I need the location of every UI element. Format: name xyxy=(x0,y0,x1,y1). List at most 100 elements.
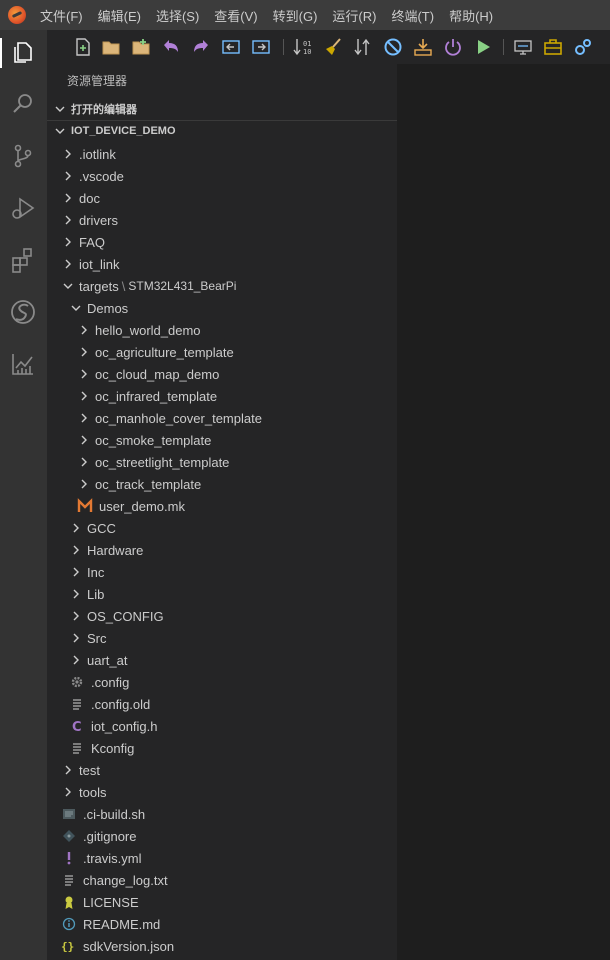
tree-item-label: .ci-build.sh xyxy=(83,806,146,822)
tree-file[interactable]: .travis.yml xyxy=(47,847,397,869)
license-file-icon xyxy=(65,896,73,909)
tree-file[interactable]: Ciot_config.h xyxy=(47,715,397,737)
chevron-down-icon xyxy=(71,305,81,311)
tree-item-label: iot_config.h xyxy=(91,718,158,734)
menu-edit[interactable]: 编辑(E) xyxy=(98,6,141,25)
forward-icon[interactable] xyxy=(251,37,271,57)
tree-folder[interactable]: oc_smoke_template xyxy=(47,429,397,451)
stop-icon[interactable] xyxy=(383,37,403,57)
undo-icon[interactable] xyxy=(161,37,181,57)
tree-folder[interactable]: Src xyxy=(47,627,397,649)
shell-file-icon xyxy=(63,809,75,819)
tree-folder[interactable]: drivers xyxy=(47,209,397,231)
extensions-icon[interactable] xyxy=(9,246,37,274)
redo-icon[interactable] xyxy=(191,37,211,57)
tree-folder[interactable]: oc_track_template xyxy=(47,473,397,495)
rebuild-icon[interactable] xyxy=(353,37,373,57)
search-icon[interactable] xyxy=(9,90,37,118)
tree-folder[interactable]: oc_agriculture_template xyxy=(47,341,397,363)
run-icon[interactable] xyxy=(473,37,493,57)
tree-file[interactable]: user_demo.mk xyxy=(47,495,397,517)
tree-folder[interactable]: doc xyxy=(47,187,397,209)
tree-item-label: Lib xyxy=(87,586,105,602)
open-editors-label: 打开的编辑器 xyxy=(71,104,137,116)
menu-go[interactable]: 转到(G) xyxy=(273,6,318,25)
tree-folder[interactable]: oc_streetlight_template xyxy=(47,451,397,473)
tree-file[interactable]: .ci-build.sh xyxy=(47,803,397,825)
compile-icon[interactable]: 01 10 xyxy=(293,37,313,57)
serial-icon[interactable] xyxy=(513,37,533,57)
tree-folder[interactable]: test xyxy=(47,759,397,781)
tree-folder[interactable]: oc_manhole_cover_template xyxy=(47,407,397,429)
source-control-icon[interactable] xyxy=(9,142,37,170)
tree-folder[interactable]: Demos xyxy=(47,297,397,319)
chevron-right-icon xyxy=(81,391,87,401)
chevron-right-icon xyxy=(73,545,79,555)
run-debug-icon[interactable] xyxy=(9,194,37,222)
tree-folder[interactable]: Hardware xyxy=(47,539,397,561)
project-header[interactable]: IOT_DEVICE_DEMO xyxy=(47,120,397,142)
tree-folder[interactable]: .vscode xyxy=(47,165,397,187)
tree-folder[interactable]: Inc xyxy=(47,561,397,583)
tree-item-label: drivers xyxy=(79,212,119,228)
tree-item-label: sdkVersion.json xyxy=(83,938,175,954)
tree-folder[interactable]: iot_link xyxy=(47,253,397,275)
settings-icon[interactable] xyxy=(573,37,593,57)
tree-file[interactable]: README.md xyxy=(47,913,397,935)
new-project-icon[interactable] xyxy=(131,37,151,57)
tree-file[interactable]: LICENSE xyxy=(47,891,397,913)
tree-folder[interactable]: FAQ xyxy=(47,231,397,253)
tree-folder[interactable]: oc_infrared_template xyxy=(47,385,397,407)
explorer-icon[interactable] xyxy=(9,38,37,66)
project-label: IOT_DEVICE_DEMO xyxy=(71,125,176,137)
menu-view[interactable]: 查看(V) xyxy=(214,6,257,25)
tree-folder[interactable]: uart_at xyxy=(47,649,397,671)
chart-icon[interactable] xyxy=(9,350,37,378)
tree-item-label: LICENSE xyxy=(83,894,139,910)
tree-file[interactable]: Kconfig xyxy=(47,737,397,759)
tree-file[interactable]: .config xyxy=(47,671,397,693)
chevron-right-icon xyxy=(73,567,79,577)
text-file-icon xyxy=(65,875,73,886)
menu-help[interactable]: 帮助(H) xyxy=(449,6,493,25)
menu-terminal[interactable]: 终端(T) xyxy=(391,6,434,25)
tree-file[interactable]: .config.old xyxy=(47,693,397,715)
tree-folder[interactable]: tools xyxy=(47,781,397,803)
iot-studio-icon[interactable] xyxy=(9,298,37,326)
tree-folder[interactable]: OS_CONFIG xyxy=(47,605,397,627)
explorer-title: 资源管理器 xyxy=(67,74,128,88)
open-editors-header[interactable]: 打开的编辑器 xyxy=(47,98,397,120)
git-file-icon xyxy=(63,830,75,842)
path-separator: \ xyxy=(121,278,126,294)
tree-folder[interactable]: hello_world_demo xyxy=(47,319,397,341)
menu-file[interactable]: 文件(F) xyxy=(40,6,83,25)
toolbox-icon[interactable] xyxy=(543,37,563,57)
tree-folder[interactable]: Lib xyxy=(47,583,397,605)
c-header-icon: C xyxy=(72,720,82,734)
toolbar-divider xyxy=(503,39,504,55)
tree-folder[interactable]: targets \ STM32L431_BearPi xyxy=(47,275,397,297)
download-icon[interactable] xyxy=(413,37,433,57)
power-icon[interactable] xyxy=(443,37,463,57)
tree-item-label: OS_CONFIG xyxy=(87,608,164,624)
tree-folder[interactable]: oc_cloud_map_demo xyxy=(47,363,397,385)
tree-file[interactable]: .gitignore xyxy=(47,825,397,847)
menu-run[interactable]: 运行(R) xyxy=(332,6,376,25)
chevron-right-icon xyxy=(73,589,79,599)
new-file-icon[interactable] xyxy=(73,37,93,57)
open-folder-icon[interactable] xyxy=(101,37,121,57)
yaml-file-icon xyxy=(67,852,71,865)
back-icon[interactable] xyxy=(221,37,241,57)
menu-selection[interactable]: 选择(S) xyxy=(156,6,199,25)
clean-icon[interactable] xyxy=(323,37,343,57)
tree-folder[interactable]: GCC xyxy=(47,517,397,539)
menu-bar: 文件(F) 编辑(E) 选择(S) 查看(V) 转到(G) 运行(R) 终端(T… xyxy=(0,0,610,30)
chevron-down-icon xyxy=(55,106,65,112)
tree-file[interactable]: {} sdkVersion.json xyxy=(47,935,397,957)
toolbar: 01 10 xyxy=(47,30,610,64)
editor-area xyxy=(397,64,610,960)
tree-folder[interactable]: .iotlink xyxy=(47,143,397,165)
tree-file[interactable]: change_log.txt xyxy=(47,869,397,891)
svg-text:{}: {} xyxy=(61,940,74,953)
tree-item-label: oc_track_template xyxy=(95,476,202,492)
